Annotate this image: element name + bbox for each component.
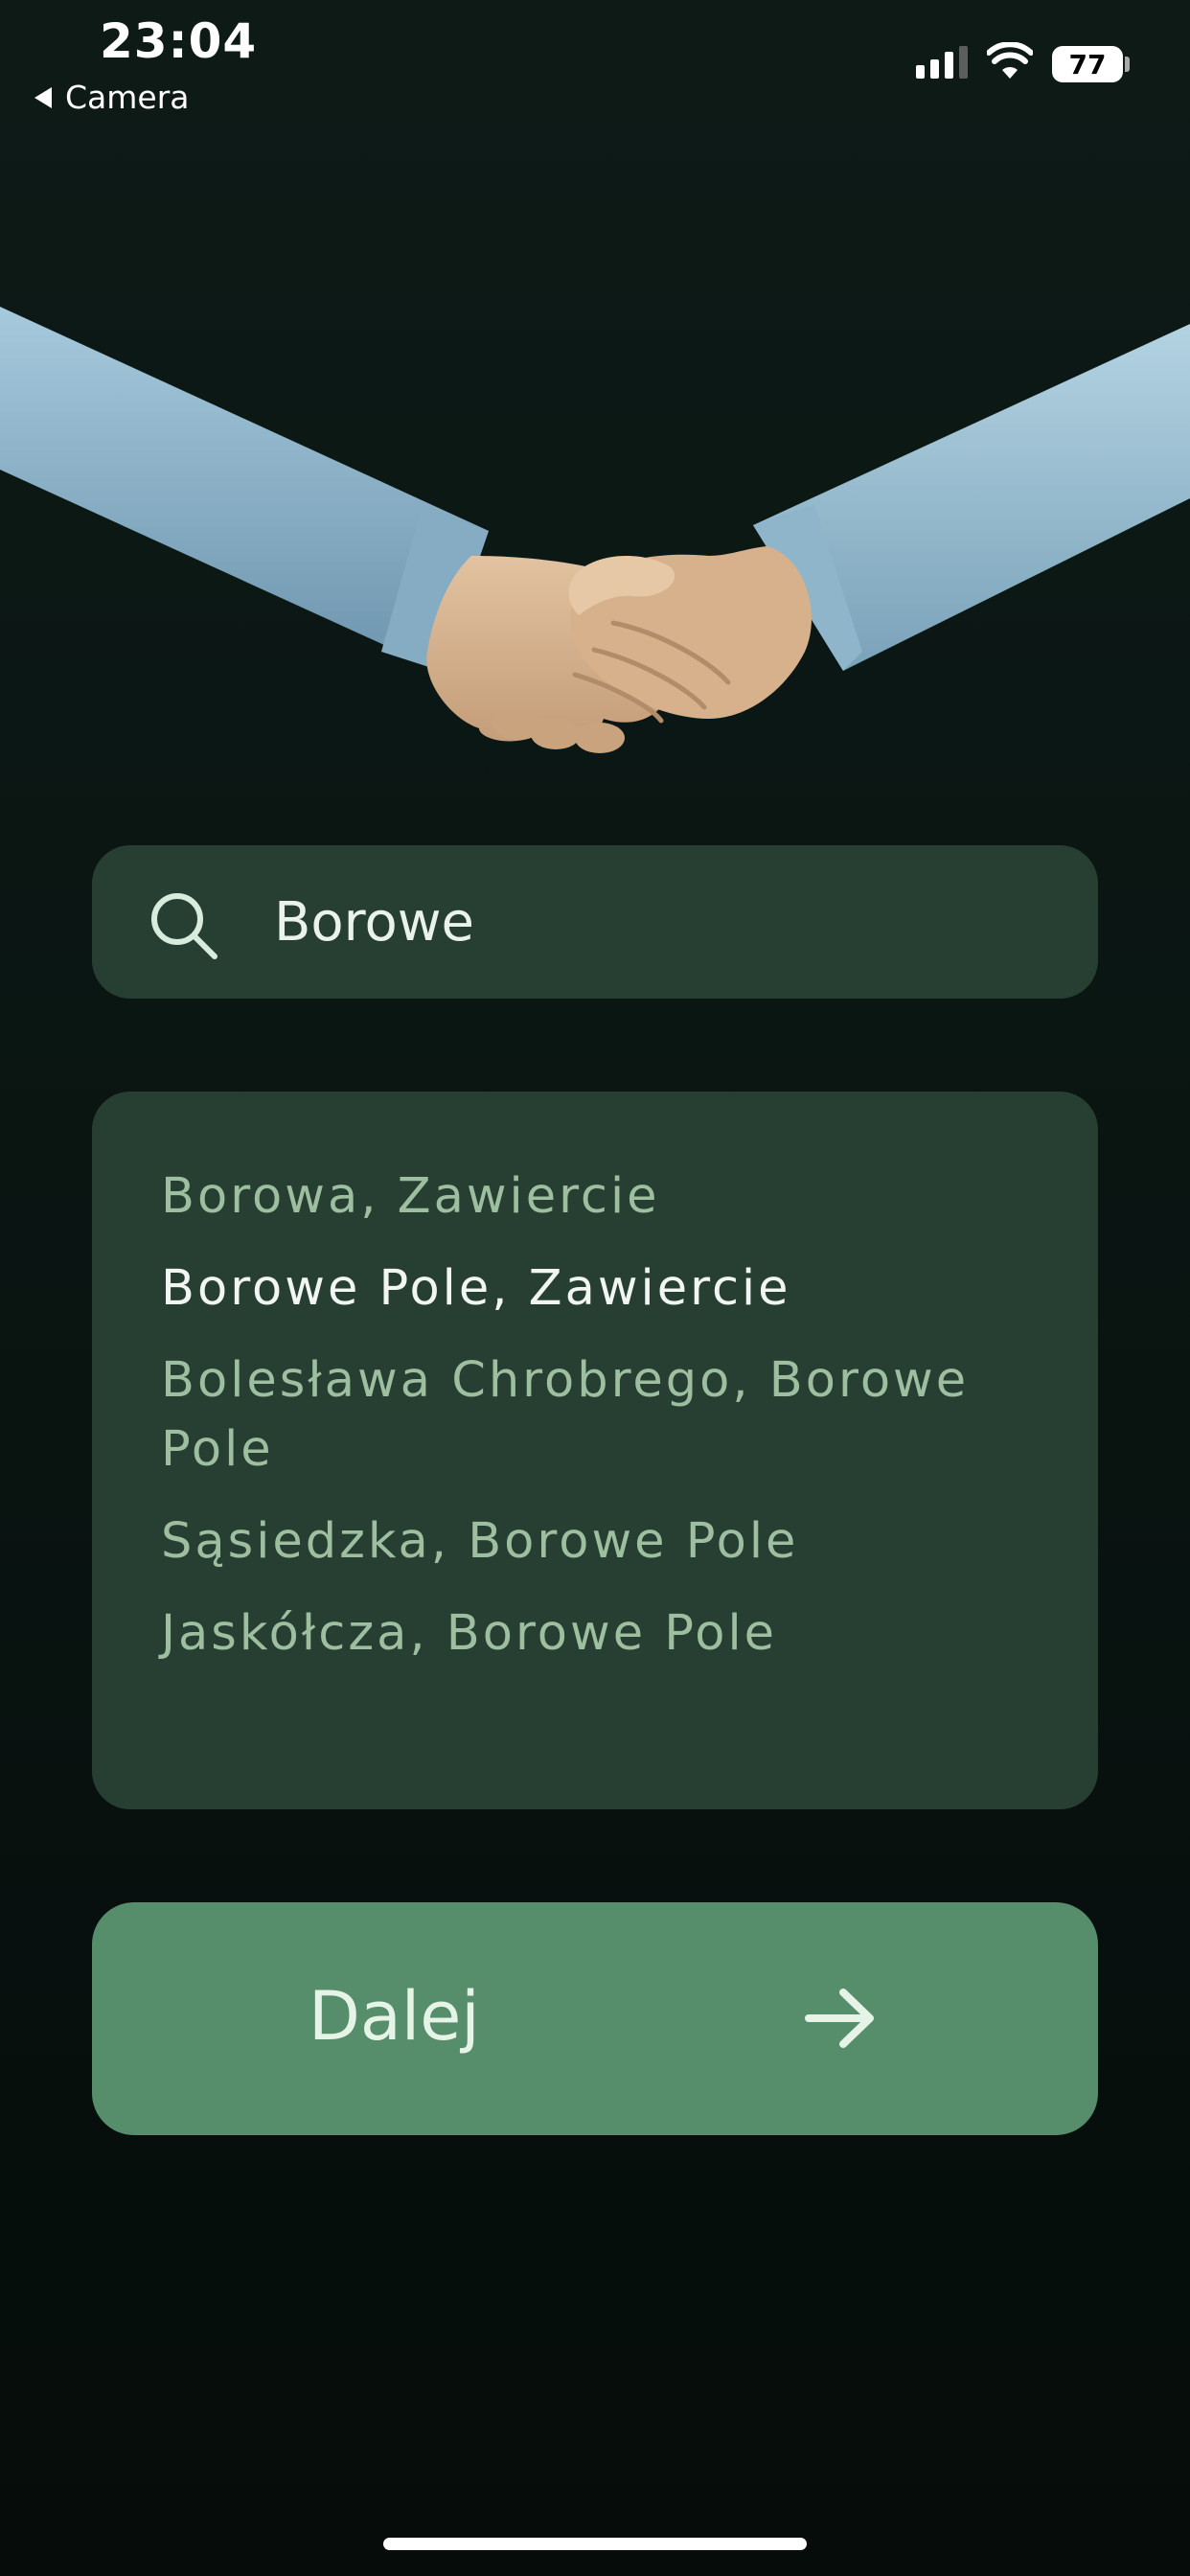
- battery-level: 77: [1068, 48, 1107, 80]
- search-input[interactable]: [274, 884, 1060, 960]
- next-button[interactable]: Dalej: [92, 1902, 1098, 2135]
- suggestion-item[interactable]: Borowa, Zawiercie: [161, 1162, 1062, 1231]
- suggestions-list: Borowa, Zawiercie Borowe Pole, Zawiercie…: [92, 1092, 1098, 1809]
- next-button-label: Dalej: [309, 1977, 480, 2056]
- back-label: Camera: [65, 79, 190, 116]
- handshake-icon: [0, 307, 1190, 753]
- suggestion-item[interactable]: Bolesława Chrobrego, Borowe Pole: [161, 1346, 1062, 1484]
- suggestion-item[interactable]: Jaskółcza, Borowe Pole: [161, 1599, 1062, 1668]
- search-box[interactable]: [92, 845, 1098, 999]
- back-to-camera-link[interactable]: Camera: [34, 79, 190, 116]
- wifi-icon: [987, 42, 1033, 79]
- status-time: 23:04: [100, 13, 258, 69]
- home-indicator[interactable]: [383, 2538, 807, 2550]
- suggestion-item-highlighted[interactable]: Borowe Pole, Zawiercie: [161, 1254, 1062, 1323]
- suggestion-item[interactable]: Sąsiedzka, Borowe Pole: [161, 1507, 1062, 1576]
- search-icon[interactable]: [146, 887, 222, 964]
- cellular-signal-icon: [916, 44, 968, 79]
- back-triangle-icon: [34, 86, 52, 108]
- battery-tip: [1125, 57, 1130, 72]
- arrow-right-icon: [805, 1989, 874, 2048]
- battery-icon: 77: [1052, 46, 1123, 82]
